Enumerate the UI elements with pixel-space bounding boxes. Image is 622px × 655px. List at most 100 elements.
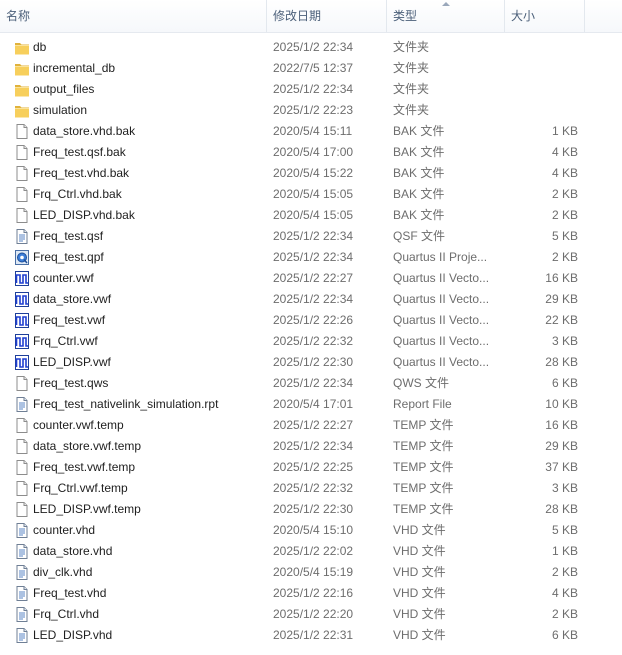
- file-size: [506, 100, 578, 121]
- file-date: 2020/5/4 15:22: [273, 166, 354, 180]
- waveform-icon: [14, 333, 30, 350]
- file-row[interactable]: counter.vhd 2020/5/4 15:10 VHD 文件 5 KB: [0, 520, 622, 541]
- file-type: TEMP 文件: [393, 418, 454, 432]
- file-name: Freq_test.qpf: [33, 250, 104, 264]
- file-type: BAK 文件: [393, 187, 445, 201]
- column-header-bar: 名称 修改日期 类型 大小: [0, 0, 622, 33]
- file-date: 2025/1/2 22:31: [273, 628, 354, 642]
- file-name: Freq_test.vwf.temp: [33, 460, 136, 474]
- blank-file-icon: [14, 186, 30, 203]
- file-row[interactable]: data_store.vhd 2025/1/2 22:02 VHD 文件 1 KB: [0, 541, 622, 562]
- file-size: [506, 58, 578, 79]
- file-type: QSF 文件: [393, 229, 446, 243]
- file-date: 2025/1/2 22:34: [273, 229, 354, 243]
- file-name: data_store.vhd: [33, 544, 113, 558]
- file-size: 29 KB: [545, 292, 578, 306]
- file-row[interactable]: LED_DISP.vhd 2025/1/2 22:31 VHD 文件 6 KB: [0, 625, 622, 646]
- waveform-icon: [14, 270, 30, 287]
- file-row[interactable]: Freq_test.qsf 2025/1/2 22:34 QSF 文件 5 KB: [0, 226, 622, 247]
- text-file-icon: [14, 606, 30, 623]
- text-file-icon: [14, 396, 30, 413]
- file-type: Quartus II Vecto...: [393, 334, 490, 348]
- file-row[interactable]: Freq_test.vwf 2025/1/2 22:26 Quartus II Ve…: [0, 310, 622, 331]
- file-row[interactable]: db 2025/1/2 22:34 文件夹: [0, 37, 622, 58]
- column-header-size[interactable]: 大小: [505, 0, 585, 32]
- blank-file-icon: [14, 165, 30, 182]
- text-file-icon: [14, 564, 30, 581]
- file-row[interactable]: Freq_test.qws 2025/1/2 22:34 QWS 文件 6 KB: [0, 373, 622, 394]
- file-name: LED_DISP.vwf.temp: [33, 502, 141, 516]
- file-row[interactable]: LED_DISP.vwf.temp 2025/1/2 22:30 TEMP 文件 28…: [0, 499, 622, 520]
- file-name: simulation: [33, 103, 88, 117]
- file-type: TEMP 文件: [393, 460, 454, 474]
- file-type: Quartus II Vecto...: [393, 313, 490, 327]
- file-row[interactable]: simulation 2025/1/2 22:23 文件夹: [0, 100, 622, 121]
- file-date: 2025/1/2 22:34: [273, 376, 354, 390]
- file-row[interactable]: Frq_Ctrl.vhd.bak 2020/5/4 15:05 BAK 文件 2 KB: [0, 184, 622, 205]
- file-date: 2025/1/2 22:02: [273, 544, 354, 558]
- file-type: BAK 文件: [393, 208, 445, 222]
- file-name: Frq_Ctrl.vwf.temp: [33, 481, 128, 495]
- file-type: 文件夹: [393, 103, 430, 117]
- waveform-icon: [14, 354, 30, 371]
- file-size: [506, 79, 578, 100]
- file-list: db 2025/1/2 22:34 文件夹 incremental_db 2022/7/…: [0, 37, 622, 646]
- file-size: 2 KB: [551, 187, 578, 201]
- file-type: Report File: [393, 397, 452, 411]
- file-size: 22 KB: [545, 313, 578, 327]
- file-name: data_store.vhd.bak: [33, 124, 136, 138]
- file-date: 2025/1/2 22:32: [273, 334, 354, 348]
- file-date: 2025/1/2 22:30: [273, 502, 354, 516]
- blank-file-icon: [14, 207, 30, 224]
- file-row[interactable]: LED_DISP.vwf 2025/1/2 22:30 Quartus II Vec…: [0, 352, 622, 373]
- file-row[interactable]: Freq_test.vhd 2025/1/2 22:16 VHD 文件 4 KB: [0, 583, 622, 604]
- file-date: 2020/5/4 17:00: [273, 145, 354, 159]
- file-type: BAK 文件: [393, 145, 445, 159]
- blank-file-icon: [14, 480, 30, 497]
- file-date: 2025/1/2 22:30: [273, 355, 354, 369]
- column-header-name[interactable]: 名称: [0, 0, 267, 32]
- file-name: LED_DISP.vhd: [33, 628, 113, 642]
- file-row[interactable]: Frq_Ctrl.vwf.temp 2025/1/2 22:32 TEMP 文件 3 …: [0, 478, 622, 499]
- column-header-date[interactable]: 修改日期: [267, 0, 387, 32]
- file-size: 28 KB: [545, 355, 578, 369]
- file-row[interactable]: data_store.vhd.bak 2020/5/4 15:11 BAK 文件 1 …: [0, 121, 622, 142]
- folder-icon: [14, 81, 30, 98]
- file-row[interactable]: counter.vwf.temp 2025/1/2 22:27 TEMP 文件 16 …: [0, 415, 622, 436]
- file-row[interactable]: Freq_test.vhd.bak 2020/5/4 15:22 BAK 文件 4 K…: [0, 163, 622, 184]
- file-date: 2025/1/2 22:34: [273, 250, 354, 264]
- file-date: 2025/1/2 22:34: [273, 292, 354, 306]
- file-row[interactable]: LED_DISP.vhd.bak 2020/5/4 15:05 BAK 文件 2 KB: [0, 205, 622, 226]
- file-name: db: [33, 40, 47, 54]
- file-row[interactable]: div_clk.vhd 2020/5/4 15:19 VHD 文件 2 KB: [0, 562, 622, 583]
- file-row[interactable]: data_store.vwf.temp 2025/1/2 22:34 TEMP 文件…: [0, 436, 622, 457]
- waveform-icon: [14, 291, 30, 308]
- file-row[interactable]: Frq_Ctrl.vhd 2025/1/2 22:20 VHD 文件 2 KB: [0, 604, 622, 625]
- file-name: Frq_Ctrl.vhd: [33, 607, 100, 621]
- file-type: VHD 文件: [393, 607, 446, 621]
- file-row[interactable]: output_files 2025/1/2 22:34 文件夹: [0, 79, 622, 100]
- file-type: BAK 文件: [393, 166, 445, 180]
- file-row[interactable]: Freq_test.qsf.bak 2020/5/4 17:00 BAK 文件 4 K…: [0, 142, 622, 163]
- file-row[interactable]: Freq_test_nativelink_simulation.rpt 2020/…: [0, 394, 622, 415]
- file-type: VHD 文件: [393, 544, 446, 558]
- file-row[interactable]: counter.vwf 2025/1/2 22:27 Quartus II Vect…: [0, 268, 622, 289]
- folder-icon: [14, 102, 30, 119]
- file-row[interactable]: Freq_test.vwf.temp 2025/1/2 22:25 TEMP 文件 3…: [0, 457, 622, 478]
- file-date: 2025/1/2 22:25: [273, 460, 354, 474]
- file-row[interactable]: Frq_Ctrl.vwf 2025/1/2 22:32 Quartus II Vec…: [0, 331, 622, 352]
- file-row[interactable]: Freq_test.qpf 2025/1/2 22:34 Quartus II Pr…: [0, 247, 622, 268]
- file-name: Freq_test_nativelink_simulation.rpt: [33, 397, 219, 411]
- file-type: 文件夹: [393, 40, 430, 54]
- file-size: 2 KB: [551, 565, 578, 579]
- file-type: Quartus II Proje...: [393, 250, 488, 264]
- file-row[interactable]: incremental_db 2022/7/5 12:37 文件夹: [0, 58, 622, 79]
- file-name: Freq_test.vhd: [33, 586, 107, 600]
- file-date: 2020/5/4 15:19: [273, 565, 354, 579]
- file-date: 2020/5/4 15:05: [273, 187, 354, 201]
- file-name: LED_DISP.vhd.bak: [33, 208, 135, 222]
- file-type: VHD 文件: [393, 565, 446, 579]
- blank-file-icon: [14, 438, 30, 455]
- file-row[interactable]: data_store.vwf 2025/1/2 22:34 Quartus II V…: [0, 289, 622, 310]
- file-type: BAK 文件: [393, 124, 445, 138]
